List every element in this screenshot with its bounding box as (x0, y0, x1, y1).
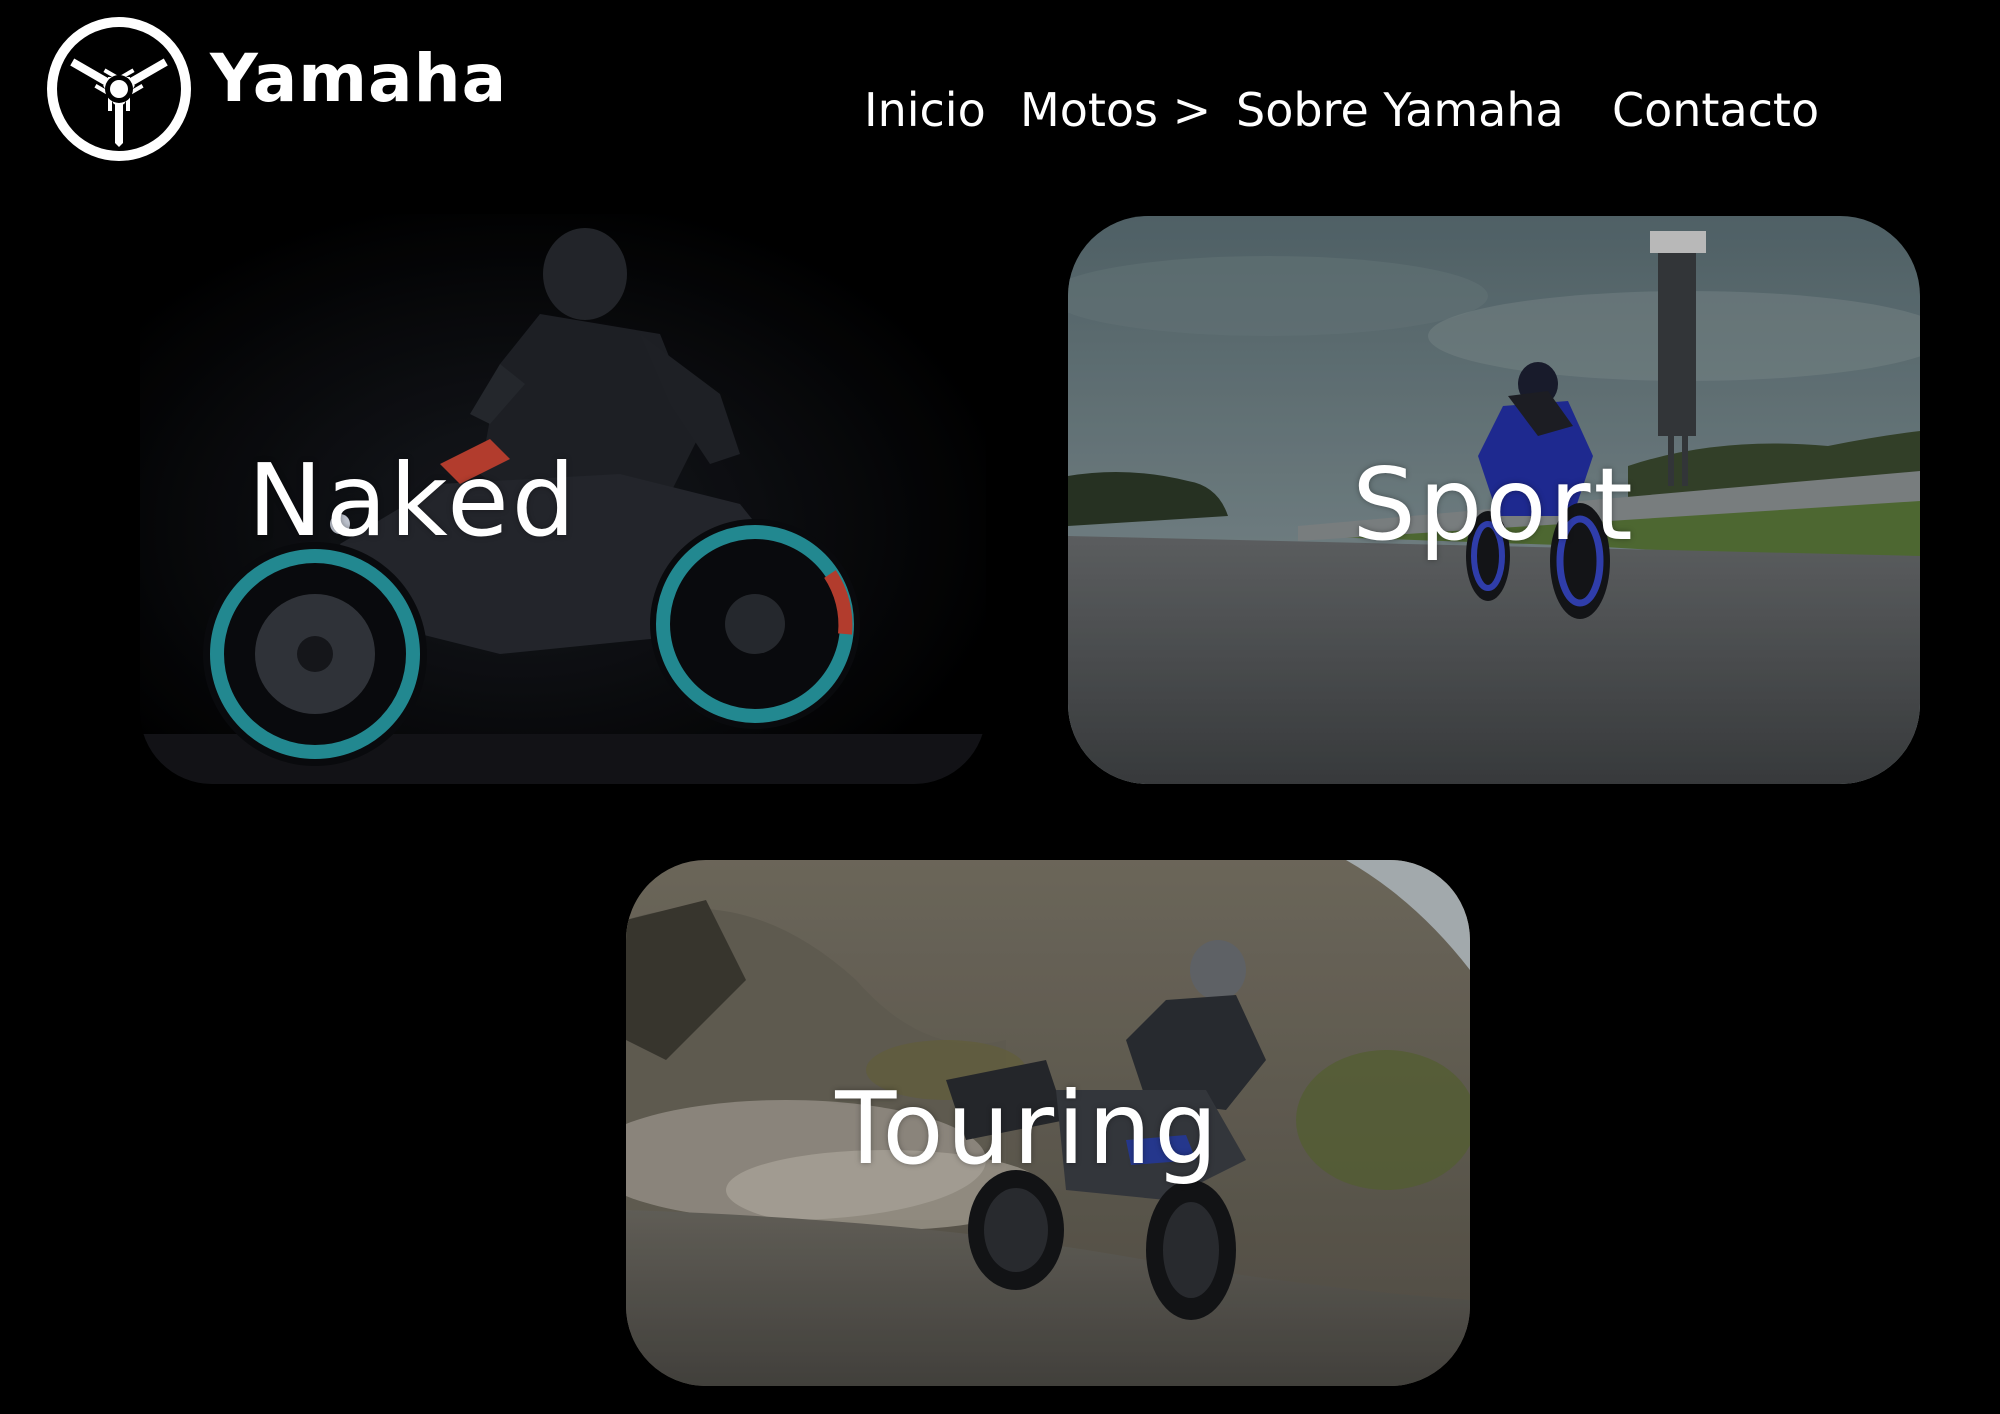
category-card-sport[interactable]: Sport (1068, 216, 1920, 784)
nav-sobre-yamaha-link[interactable]: Sobre Yamaha (1236, 80, 1564, 140)
category-label-naked: Naked (247, 442, 579, 559)
category-card-naked[interactable]: Naked (140, 214, 986, 784)
nav-motos-dropdown[interactable]: Motos > (1020, 80, 1211, 140)
nav-inicio-link[interactable]: Inicio (864, 80, 986, 140)
category-card-touring[interactable]: Touring (626, 860, 1470, 1386)
category-label-sport: Sport (1352, 446, 1636, 563)
brand-name[interactable]: Yamaha (210, 34, 507, 124)
nav-contacto-link[interactable]: Contacto (1612, 80, 1819, 140)
category-label-touring: Touring (835, 1070, 1221, 1187)
yamaha-tuning-forks-icon[interactable] (42, 12, 196, 166)
